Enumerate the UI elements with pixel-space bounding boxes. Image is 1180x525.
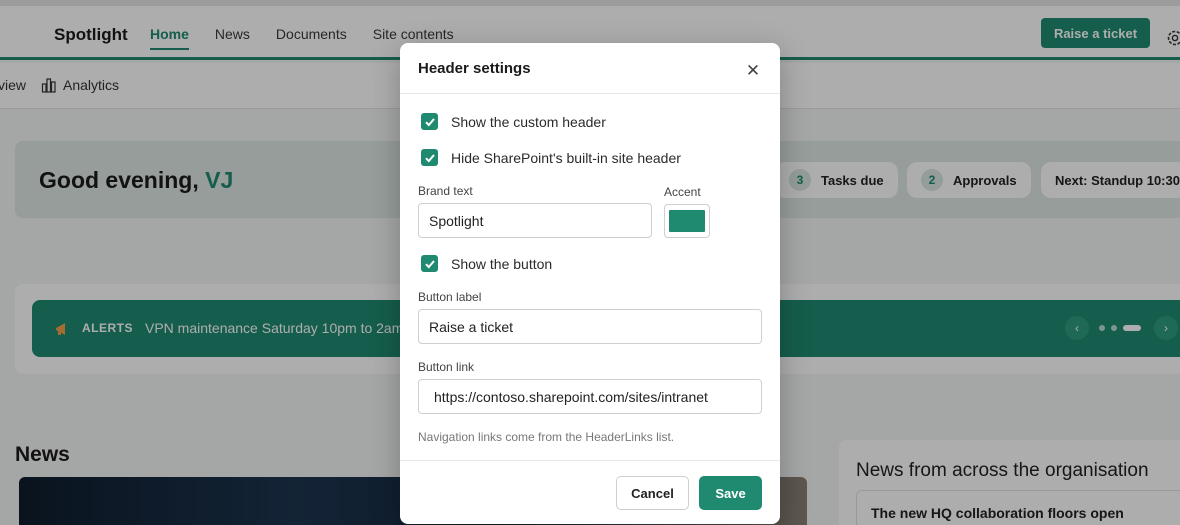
dialog-title: Header settings bbox=[418, 60, 531, 77]
show-custom-header-label: Show the custom header bbox=[451, 113, 606, 130]
dialog-divider-top bbox=[400, 93, 780, 94]
show-button-row[interactable]: Show the button bbox=[421, 255, 552, 272]
button-link-label: Button link bbox=[418, 360, 475, 374]
checkmark-icon bbox=[424, 117, 435, 126]
brand-text-input[interactable] bbox=[418, 203, 652, 238]
hide-builtin-header-checkbox[interactable] bbox=[421, 149, 438, 166]
brand-text-label: Brand text bbox=[418, 184, 473, 198]
close-icon[interactable]: ✕ bbox=[744, 62, 762, 80]
show-button-label: Show the button bbox=[451, 255, 553, 272]
button-label-label: Button label bbox=[418, 290, 482, 304]
hide-builtin-header-row[interactable]: Hide SharePoint's built-in site header bbox=[421, 149, 681, 166]
checkmark-icon bbox=[424, 153, 435, 162]
accent-color-picker[interactable] bbox=[664, 204, 710, 238]
accent-color-swatch bbox=[669, 210, 705, 232]
navigation-hint: Navigation links come from the HeaderLin… bbox=[418, 430, 675, 444]
dialog-divider-bottom bbox=[400, 460, 780, 461]
show-button-checkbox[interactable] bbox=[421, 255, 438, 272]
header-settings-dialog: Header settings ✕ Show the custom header… bbox=[400, 43, 780, 524]
cancel-button[interactable]: Cancel bbox=[616, 476, 689, 510]
accent-label: Accent bbox=[664, 185, 701, 199]
button-label-input[interactable] bbox=[418, 309, 762, 344]
show-custom-header-checkbox[interactable] bbox=[421, 113, 438, 130]
save-button[interactable]: Save bbox=[699, 476, 762, 510]
show-custom-header-row[interactable]: Show the custom header bbox=[421, 113, 606, 130]
hide-builtin-header-label: Hide SharePoint's built-in site header bbox=[451, 149, 681, 166]
button-link-input[interactable] bbox=[418, 379, 762, 414]
checkmark-icon bbox=[424, 259, 435, 268]
